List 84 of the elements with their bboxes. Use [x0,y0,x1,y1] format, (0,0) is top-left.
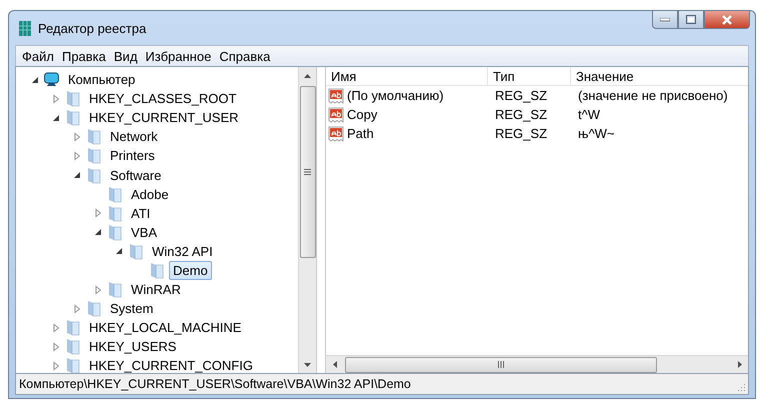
folder-icon [106,281,123,298]
folder-icon [85,128,102,146]
folder-icon [64,90,81,108]
computer-icon [43,71,60,88]
expand-triangle-icon[interactable] [72,304,82,314]
collapse-triangle-icon[interactable] [114,246,124,256]
tree-item[interactable]: HKEY_CURRENT_USER [85,108,243,128]
tree-item[interactable]: Software [106,166,166,185]
folder-icon [85,147,102,164]
folder-icon [64,319,81,336]
scroll-up-icon[interactable] [304,74,311,78]
vertical-scrollbar[interactable] [298,67,316,373]
folder-icon [148,262,165,279]
value-name: Path [346,126,374,141]
folder-icon [106,186,123,203]
tree-item[interactable]: VBA [127,222,162,242]
folder-icon [64,357,81,373]
collapse-triangle-icon[interactable] [72,170,82,180]
scroll-thumb[interactable] [300,86,316,258]
tree-item[interactable]: HKEY_CURRENT_CONFIG [85,356,257,373]
window-title: Редактор реестра [38,20,146,36]
column-header[interactable]: Тип [488,67,571,85]
collapse-triangle-icon[interactable] [93,227,103,238]
menu-item[interactable]: Вид [110,48,142,64]
column-header[interactable]: Имя [326,67,488,85]
folder-icon [127,242,144,260]
tree-item[interactable]: Adobe [127,184,173,204]
collapse-triangle-icon[interactable] [30,74,40,85]
menu-item[interactable]: Избранное [141,48,216,64]
menu-item[interactable]: Файл [18,48,58,64]
expand-triangle-icon[interactable] [51,322,61,333]
collapse-triangle-icon[interactable] [51,112,61,123]
expand-triangle-icon[interactable] [51,94,61,104]
maximize-icon [686,15,696,24]
scroll-down-icon[interactable] [304,362,311,366]
folder-icon [64,109,81,126]
value-type: REG_SZ [494,88,548,103]
folder-icon [85,166,102,184]
tree-item[interactable]: Network [106,127,162,146]
expand-triangle-icon[interactable] [72,132,82,142]
tree-item[interactable]: HKEY_USERS [85,337,180,356]
string-value-icon [328,126,345,142]
string-value-icon [328,106,345,122]
minimize-icon [660,18,670,22]
status-path: Компьютер\HKEY_CURRENT_USER\Software\VBA\Win32 API\Demo [19,377,411,391]
value-data: њ^W~ [577,126,616,141]
folder-icon [85,300,102,318]
tree-item[interactable]: ATI [127,204,154,223]
column-header[interactable]: Значение [571,67,748,85]
maximize-button[interactable] [678,10,704,29]
folder-icon [64,338,81,356]
expand-triangle-icon[interactable] [93,284,103,295]
scroll-thumb[interactable] [345,356,657,372]
expand-triangle-icon[interactable] [93,208,103,218]
tree-item[interactable]: System [106,299,158,318]
value-type: REG_SZ [494,126,548,141]
folder-icon [106,224,123,241]
expand-triangle-icon[interactable] [51,360,61,371]
expand-triangle-icon[interactable] [72,150,82,161]
tree-item[interactable]: Компьютер [64,70,140,90]
value-data: (значение не присвоено) [577,88,729,103]
scroll-right-icon[interactable] [738,361,742,368]
tree-item[interactable]: Win32 API [148,242,217,261]
value-name: (По умолчанию) [346,88,444,103]
expand-triangle-icon[interactable] [51,342,61,352]
registry-icon [18,20,32,36]
tree-item[interactable]: HKEY_LOCAL_MACHINE [85,318,246,338]
folder-icon [106,204,123,222]
minimize-button[interactable] [652,10,678,29]
resize-grip-icon[interactable] [736,382,746,392]
close-icon [721,14,733,24]
menu-item[interactable]: Правка [58,48,110,64]
tree-item[interactable]: HKEY_CLASSES_ROOT [85,89,240,108]
tree-item[interactable]: WinRAR [127,280,185,300]
scroll-left-icon[interactable] [332,361,336,368]
value-data: t^W [577,107,601,122]
value-name: Copy [346,107,378,122]
string-value-icon [328,88,345,104]
tree-item[interactable]: Demo [169,260,212,280]
menu-item[interactable]: Справка [215,48,274,64]
tree-item[interactable]: Printers [106,146,159,166]
horizontal-scrollbar[interactable] [326,355,748,373]
close-button[interactable] [704,10,750,29]
value-type: REG_SZ [494,107,548,122]
